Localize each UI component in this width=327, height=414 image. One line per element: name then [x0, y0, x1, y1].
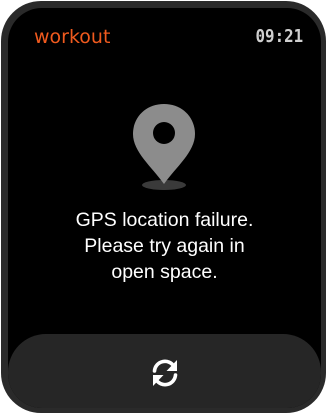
- retry-button[interactable]: [8, 334, 321, 408]
- message-line-3: open space.: [111, 261, 218, 283]
- watch-bezel: workout 09:21 GPS location failure. Plea…: [1, 1, 326, 413]
- app-title: workout: [34, 26, 111, 48]
- message-line-1: GPS location failure.: [75, 209, 254, 231]
- clock: 09:21: [255, 26, 303, 47]
- watch-screen: workout 09:21 GPS location failure. Plea…: [8, 8, 321, 408]
- location-pin-icon: [133, 104, 195, 190]
- pin-hole: [153, 122, 175, 144]
- message-line-2: Please try again in: [84, 235, 245, 257]
- refresh-icon: [152, 359, 177, 387]
- gps-error-message: GPS location failure. Please try again i…: [8, 207, 321, 285]
